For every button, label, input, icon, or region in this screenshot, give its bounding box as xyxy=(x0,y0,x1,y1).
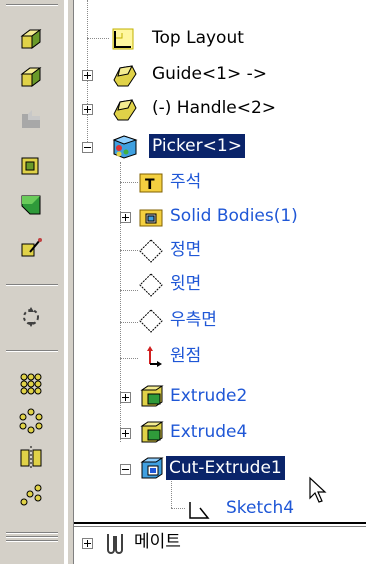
cut-extrude-icon xyxy=(138,454,164,480)
sketch-icon xyxy=(186,496,212,522)
expand-toggle[interactable] xyxy=(120,212,131,223)
tree-item-label: Extrude2 xyxy=(170,386,248,406)
part-component-icon xyxy=(110,60,137,87)
tree-item-label: Guide<1> -> xyxy=(152,64,268,84)
plane-icon xyxy=(138,308,164,334)
tree-item-label: 정면 xyxy=(170,240,202,260)
expand-toggle[interactable] xyxy=(120,392,131,403)
collapse-toggle[interactable] xyxy=(120,464,131,475)
collapse-toggle[interactable] xyxy=(82,142,93,153)
expand-toggle[interactable] xyxy=(82,70,93,81)
layout-sketch-icon xyxy=(110,26,136,52)
mirror-icon[interactable] xyxy=(14,440,48,474)
tree-item-extrude2[interactable]: Extrude2 xyxy=(74,382,366,412)
draft-icon[interactable] xyxy=(14,188,48,222)
tree-item-label: 원점 xyxy=(170,346,202,366)
tree-item-extrude4[interactable]: Extrude4 xyxy=(74,418,366,448)
tree-item-guide[interactable]: Guide<1> -> xyxy=(74,60,366,90)
tree-item-label: (-) Handle<2> xyxy=(152,98,277,118)
toolbar-separator xyxy=(6,536,58,538)
svg-text:T: T xyxy=(145,177,155,193)
sketch-pattern-icon[interactable] xyxy=(14,478,48,512)
tree-item-right-plane[interactable]: 우측면 xyxy=(74,306,366,336)
extruded-boss-icon[interactable] xyxy=(14,22,48,56)
mouse-pointer-icon xyxy=(308,476,332,506)
shell-icon[interactable] xyxy=(14,148,48,182)
toolbar-separator xyxy=(6,350,58,352)
tree-item-label: Cut-Extrude1 xyxy=(166,456,285,480)
tree-item-sketch4[interactable]: Sketch4 xyxy=(74,476,366,524)
mates-icon xyxy=(102,530,128,556)
tree-item-annotations[interactable]: T 주석 xyxy=(74,168,366,198)
circular-pattern-icon[interactable] xyxy=(14,404,48,438)
toolbar-separator xyxy=(6,532,58,534)
tree-item-origin[interactable]: 원점 xyxy=(74,342,366,372)
solid-bodies-folder-icon xyxy=(138,204,164,230)
tree-item-top-plane[interactable]: 윗면 xyxy=(74,270,366,300)
tree-item-label: Picker<1> xyxy=(149,134,245,158)
expand-toggle[interactable] xyxy=(120,428,131,439)
toolbar-separator xyxy=(6,4,58,6)
tree-section-divider xyxy=(74,526,366,527)
tree-item-picker[interactable]: Picker<1> xyxy=(74,132,366,162)
tree-item-label: Solid Bodies(1) xyxy=(170,206,298,226)
part-component-icon xyxy=(110,132,138,159)
expand-toggle[interactable] xyxy=(82,104,93,115)
plane-icon xyxy=(138,238,164,264)
tree-item-front-plane[interactable]: 정면 xyxy=(74,236,366,266)
tree-item-label: 윗면 xyxy=(170,274,202,294)
tree-item-label: Top Layout xyxy=(152,28,244,48)
tree-item-label: 우측면 xyxy=(170,310,217,330)
tree-section-divider xyxy=(74,522,366,524)
linear-pattern-icon[interactable] xyxy=(14,366,48,400)
toolbar-separator xyxy=(6,284,58,286)
wizard-icon[interactable] xyxy=(14,230,48,264)
fillet-disabled-icon xyxy=(14,102,48,136)
origin-icon xyxy=(138,344,164,370)
part-component-icon xyxy=(110,94,137,121)
toolbar-separator xyxy=(6,540,58,542)
tree-item-mates[interactable]: 메이트 xyxy=(74,530,366,560)
revolved-boss-icon[interactable] xyxy=(14,60,48,94)
plane-icon xyxy=(138,272,164,298)
feature-toolbar xyxy=(0,0,64,564)
tree-item-top-layout[interactable]: Top Layout xyxy=(74,24,366,54)
tree-item-label: 메이트 xyxy=(134,532,181,552)
tree-item-handle[interactable]: (-) Handle<2> xyxy=(74,94,366,124)
tree-item-label: 주석 xyxy=(170,172,202,192)
annotations-folder-icon: T xyxy=(138,170,164,196)
feature-manager-tree: Top Layout Guide<1> -> (-) Handle<2> Pic… xyxy=(74,0,366,564)
tree-item-label: Sketch4 xyxy=(226,498,295,518)
tree-item-solid-bodies[interactable]: Solid Bodies(1) xyxy=(74,202,366,232)
move-component-icon[interactable] xyxy=(14,300,48,334)
expand-toggle[interactable] xyxy=(82,538,93,549)
extrude-feature-icon xyxy=(138,382,164,408)
tree-item-label: Extrude4 xyxy=(170,422,248,442)
extrude-feature-icon xyxy=(138,418,164,444)
